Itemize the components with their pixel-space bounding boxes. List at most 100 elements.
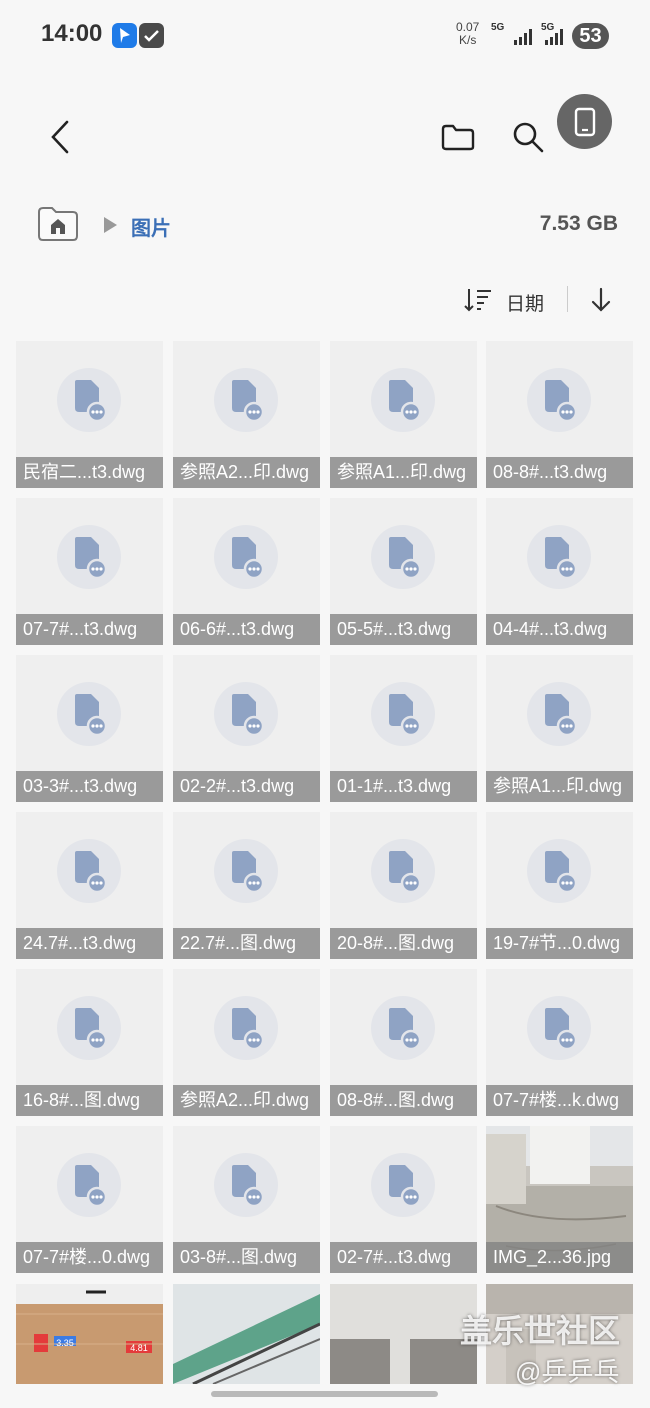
watermark-text: 盖乐世社区 — [460, 1313, 621, 1349]
file-tile[interactable]: 07-7#楼...k.dwg — [486, 969, 633, 1116]
network-type-1: 5G — [491, 22, 505, 33]
folder-button[interactable] — [438, 117, 478, 157]
home-indicator[interactable] — [211, 1391, 438, 1397]
file-name: 19-7#节...0.dwg — [486, 928, 633, 959]
app-notification-icon — [139, 23, 164, 48]
network-speed: 0.07 K/s — [456, 21, 479, 47]
status-bar: 14:00 0.07 K/s 5G 5G 53 — [0, 0, 650, 72]
file-tile[interactable]: 19-7#节...0.dwg — [486, 812, 633, 959]
file-tile[interactable]: 03-3#...t3.dwg — [16, 655, 163, 802]
photo-image — [173, 1284, 320, 1384]
file-name: 05-5#...t3.dwg — [330, 614, 477, 645]
file-name: 16-8#...图.dwg — [16, 1085, 163, 1116]
sort-label[interactable]: 日期 — [506, 289, 544, 316]
file-tile[interactable]: 22.7#...图.dwg — [173, 812, 320, 959]
signal-icon — [514, 29, 532, 45]
document-icon — [371, 682, 435, 746]
file-tile[interactable]: 01-1#...t3.dwg — [330, 655, 477, 802]
document-icon — [214, 839, 278, 903]
file-name: 01-1#...t3.dwg — [330, 771, 477, 802]
file-tile[interactable]: 16-8#...图.dwg — [16, 969, 163, 1116]
file-name: 参照A1...印.dwg — [330, 457, 477, 488]
file-tile[interactable]: 04-4#...t3.dwg — [486, 498, 633, 645]
document-icon — [57, 682, 121, 746]
sort-order-button[interactable] — [462, 284, 494, 316]
photo-thumbnail[interactable]: IMG_2...36.jpg — [486, 1126, 633, 1273]
document-icon — [214, 996, 278, 1060]
file-name: 07-7#楼...k.dwg — [486, 1085, 633, 1116]
file-name: 20-8#...图.dwg — [330, 928, 477, 959]
file-tile[interactable]: 07-7#...t3.dwg — [16, 498, 163, 645]
document-icon — [527, 996, 591, 1060]
document-icon — [527, 839, 591, 903]
photo-image: 3.35 4.81 — [16, 1284, 163, 1384]
file-tile[interactable]: 06-6#...t3.dwg — [173, 498, 320, 645]
document-icon — [214, 525, 278, 589]
phone-icon — [574, 107, 595, 136]
file-tile[interactable]: 02-2#...t3.dwg — [173, 655, 320, 802]
file-name: 07-7#楼...0.dwg — [16, 1242, 163, 1273]
document-icon — [527, 368, 591, 432]
document-icon — [371, 525, 435, 589]
document-icon — [57, 1153, 121, 1217]
document-icon — [214, 1153, 278, 1217]
file-tile[interactable]: 参照A1...印.dwg — [486, 655, 633, 802]
status-time: 14:00 — [41, 20, 103, 47]
floating-device-button[interactable] — [557, 94, 612, 149]
file-tile[interactable]: 24.7#...t3.dwg — [16, 812, 163, 959]
file-tile[interactable]: 参照A2...印.dwg — [173, 969, 320, 1116]
document-icon — [57, 839, 121, 903]
file-tile[interactable]: 02-7#...t3.dwg — [330, 1126, 477, 1273]
file-tile[interactable]: 20-8#...图.dwg — [330, 812, 477, 959]
document-icon — [57, 996, 121, 1060]
photo-measure-label: 4.81 — [130, 1343, 148, 1353]
document-icon — [371, 1153, 435, 1217]
search-button[interactable] — [508, 117, 548, 157]
file-name: 08-8#...t3.dwg — [486, 457, 633, 488]
folder-icon — [441, 124, 475, 151]
search-icon — [513, 122, 544, 153]
file-name: 参照A1...印.dwg — [486, 771, 633, 802]
file-name: 03-8#...图.dwg — [173, 1242, 320, 1273]
home-breadcrumb-button[interactable] — [36, 206, 80, 242]
app-notification-icon — [112, 23, 137, 48]
file-tile[interactable]: 参照A2...印.dwg — [173, 341, 320, 488]
document-icon — [527, 682, 591, 746]
back-button[interactable] — [40, 115, 80, 159]
sort-icon — [464, 289, 491, 312]
file-name: 04-4#...t3.dwg — [486, 614, 633, 645]
file-tile[interactable]: 民宿二...t3.dwg — [16, 341, 163, 488]
photo-measure-label: 3.35 — [56, 1338, 74, 1348]
document-icon — [214, 682, 278, 746]
document-icon — [57, 368, 121, 432]
file-name: 06-6#...t3.dwg — [173, 614, 320, 645]
breadcrumb-current[interactable]: 图片 — [131, 212, 171, 241]
document-icon — [371, 368, 435, 432]
file-tile[interactable]: 08-8#...t3.dwg — [486, 341, 633, 488]
home-icon — [38, 207, 78, 241]
photo-thumbnail[interactable]: 3.35 4.81 — [16, 1284, 163, 1384]
file-tile[interactable]: 05-5#...t3.dwg — [330, 498, 477, 645]
file-name: 02-2#...t3.dwg — [173, 771, 320, 802]
document-icon — [57, 525, 121, 589]
photo-thumbnail[interactable] — [173, 1284, 320, 1384]
file-tile[interactable]: 参照A1...印.dwg — [330, 341, 477, 488]
watermark-handle: @乒乒乓 — [515, 1357, 620, 1387]
file-name: IMG_2...36.jpg — [486, 1242, 633, 1273]
file-name: 02-7#...t3.dwg — [330, 1242, 477, 1273]
photo-thumbnail[interactable] — [330, 1284, 477, 1384]
file-name: 03-3#...t3.dwg — [16, 771, 163, 802]
document-icon — [214, 368, 278, 432]
sort-direction-button[interactable] — [586, 284, 616, 316]
file-tile[interactable]: 07-7#楼...0.dwg — [16, 1126, 163, 1273]
back-arrow-icon — [51, 120, 69, 154]
file-tile[interactable]: 03-8#...图.dwg — [173, 1126, 320, 1273]
file-name: 参照A2...印.dwg — [173, 1085, 320, 1116]
toolbar — [0, 95, 650, 180]
file-tile[interactable]: 08-8#...图.dwg — [330, 969, 477, 1116]
document-icon — [527, 525, 591, 589]
file-name: 22.7#...图.dwg — [173, 928, 320, 959]
net-speed-unit: K/s — [459, 33, 477, 47]
file-name: 24.7#...t3.dwg — [16, 928, 163, 959]
storage-size: 7.53 GB — [539, 212, 618, 235]
